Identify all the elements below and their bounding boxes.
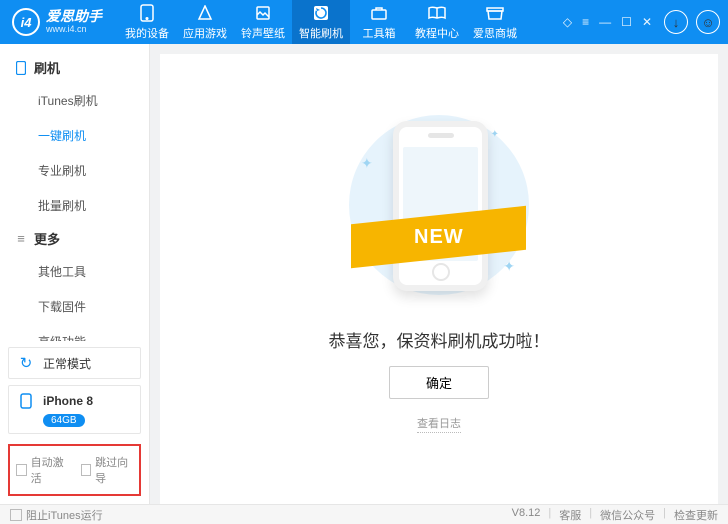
sidebar-section-title: 刷机 xyxy=(34,58,60,77)
nav-label: 智能刷机 xyxy=(299,25,343,41)
wallpaper-icon xyxy=(254,4,272,22)
wechat-link[interactable]: 微信公众号 xyxy=(600,507,655,523)
sidebar-item-itunes-flash[interactable]: iTunes刷机 xyxy=(0,83,149,118)
nav-label: 工具箱 xyxy=(363,25,396,41)
brand-cn: 爱思助手 xyxy=(46,9,102,24)
ok-button[interactable]: 确定 xyxy=(389,366,489,399)
mode-label: 正常模式 xyxy=(43,355,91,372)
view-log-link[interactable]: 查看日志 xyxy=(417,415,461,433)
nav-ringtones[interactable]: 铃声壁纸 xyxy=(234,0,292,44)
illustration: ✦ ✦ ✦ NEW xyxy=(339,105,539,305)
sidebar: 刷机 iTunes刷机 一键刷机 专业刷机 批量刷机 ≡ 更多 其他工具 下载固… xyxy=(0,44,150,504)
checkbox-icon xyxy=(10,509,22,521)
nav-tutorials[interactable]: 教程中心 xyxy=(408,0,466,44)
sidebar-item-pro-flash[interactable]: 专业刷机 xyxy=(0,153,149,188)
maximize-icon[interactable]: ☐ xyxy=(621,15,632,29)
sparkle-icon: ✦ xyxy=(361,155,373,172)
book-icon xyxy=(428,4,446,22)
sidebar-section-more: ≡ 更多 xyxy=(0,223,149,254)
sparkle-icon: ✦ xyxy=(503,258,515,275)
sidebar-section-title: 更多 xyxy=(34,229,60,248)
result-card: ✦ ✦ ✦ NEW 恭喜您，保资料刷机成功啦！ 确定 查看日志 xyxy=(160,54,718,504)
checkbox-label: 阻止iTunes运行 xyxy=(26,507,103,523)
nav-flash[interactable]: 智能刷机 xyxy=(292,0,350,44)
checkbox-label: 跳过向导 xyxy=(95,454,133,486)
titlebar: i4 爱思助手 www.i4.cn 我的设备 应用游戏 铃声壁纸 智能刷机 工具… xyxy=(0,0,728,44)
support-link[interactable]: 客服 xyxy=(559,507,581,523)
nav-label: 我的设备 xyxy=(125,25,169,41)
store-icon xyxy=(486,4,504,22)
nav-label: 爱思商城 xyxy=(473,25,517,41)
checkbox-label: 自动激活 xyxy=(31,454,69,486)
logo-text: i4 xyxy=(21,15,32,30)
sidebar-item-one-click-flash[interactable]: 一键刷机 xyxy=(0,118,149,153)
sidebar-section-flash: 刷机 xyxy=(0,52,149,83)
phone-icon xyxy=(138,4,156,22)
download-icon[interactable]: ↓ xyxy=(664,10,688,34)
auto-activate-checkbox[interactable]: 自动激活 xyxy=(16,454,69,486)
minimize-icon[interactable]: — xyxy=(599,15,611,29)
checkbox-icon xyxy=(16,464,27,476)
nav-store[interactable]: 爱思商城 xyxy=(466,0,524,44)
phone-icon xyxy=(17,392,35,410)
nav: 我的设备 应用游戏 铃声壁纸 智能刷机 工具箱 教程中心 爱思商城 xyxy=(118,0,563,44)
titlebar-circles: ↓ ☺ xyxy=(664,10,720,34)
phone-icon xyxy=(14,61,28,75)
phone-illustration xyxy=(393,121,488,291)
options-box: 自动激活 跳过向导 xyxy=(8,444,141,496)
skip-wizard-checkbox[interactable]: 跳过向导 xyxy=(81,454,134,486)
check-update-link[interactable]: 检查更新 xyxy=(674,507,718,523)
main-pane: ✦ ✦ ✦ NEW 恭喜您，保资料刷机成功啦！ 确定 查看日志 xyxy=(150,44,728,504)
nav-label: 应用游戏 xyxy=(183,25,227,41)
toolbox-icon xyxy=(370,4,388,22)
success-message: 恭喜您，保资料刷机成功啦！ xyxy=(329,327,550,352)
menu-icon[interactable]: ≡ xyxy=(582,15,589,29)
sidebar-item-advanced[interactable]: 高级功能 xyxy=(0,324,149,341)
nav-label: 铃声壁纸 xyxy=(241,25,285,41)
refresh-icon: ↻ xyxy=(17,354,35,372)
version-label: V8.12 xyxy=(512,507,541,523)
ribbon-label: NEW xyxy=(414,226,464,249)
brand-en: www.i4.cn xyxy=(46,25,102,35)
body: 刷机 iTunes刷机 一键刷机 专业刷机 批量刷机 ≡ 更多 其他工具 下载固… xyxy=(0,44,728,504)
checkbox-icon xyxy=(81,464,92,476)
refresh-icon xyxy=(312,4,330,22)
sidebar-item-batch-flash[interactable]: 批量刷机 xyxy=(0,188,149,223)
logo-icon: i4 xyxy=(12,8,40,36)
nav-apps[interactable]: 应用游戏 xyxy=(176,0,234,44)
close-icon[interactable]: ✕ xyxy=(642,15,652,29)
statusbar: 阻止iTunes运行 V8.12| 客服| 微信公众号| 检查更新 xyxy=(0,504,728,524)
sidebar-item-download-firmware[interactable]: 下载固件 xyxy=(0,289,149,324)
more-icon: ≡ xyxy=(14,232,28,246)
user-icon[interactable]: ☺ xyxy=(696,10,720,34)
window-controls: ◇ ≡ — ☐ ✕ xyxy=(563,15,656,29)
sparkle-icon: ✦ xyxy=(491,129,499,140)
nav-label: 教程中心 xyxy=(415,25,459,41)
block-itunes-checkbox[interactable]: 阻止iTunes运行 xyxy=(10,507,103,523)
nav-my-device[interactable]: 我的设备 xyxy=(118,0,176,44)
sidebar-item-other-tools[interactable]: 其他工具 xyxy=(0,254,149,289)
device-name: iPhone 8 xyxy=(43,394,93,408)
apps-icon xyxy=(196,4,214,22)
nav-toolbox[interactable]: 工具箱 xyxy=(350,0,408,44)
skin-icon[interactable]: ◇ xyxy=(563,15,572,29)
sidebar-scroll: 刷机 iTunes刷机 一键刷机 专业刷机 批量刷机 ≡ 更多 其他工具 下载固… xyxy=(0,44,149,341)
device-mode[interactable]: ↻ 正常模式 xyxy=(8,347,141,379)
storage-badge: 64GB xyxy=(43,414,85,427)
device-box[interactable]: iPhone 8 64GB xyxy=(8,385,141,434)
brand-block: 爱思助手 www.i4.cn xyxy=(46,9,102,34)
